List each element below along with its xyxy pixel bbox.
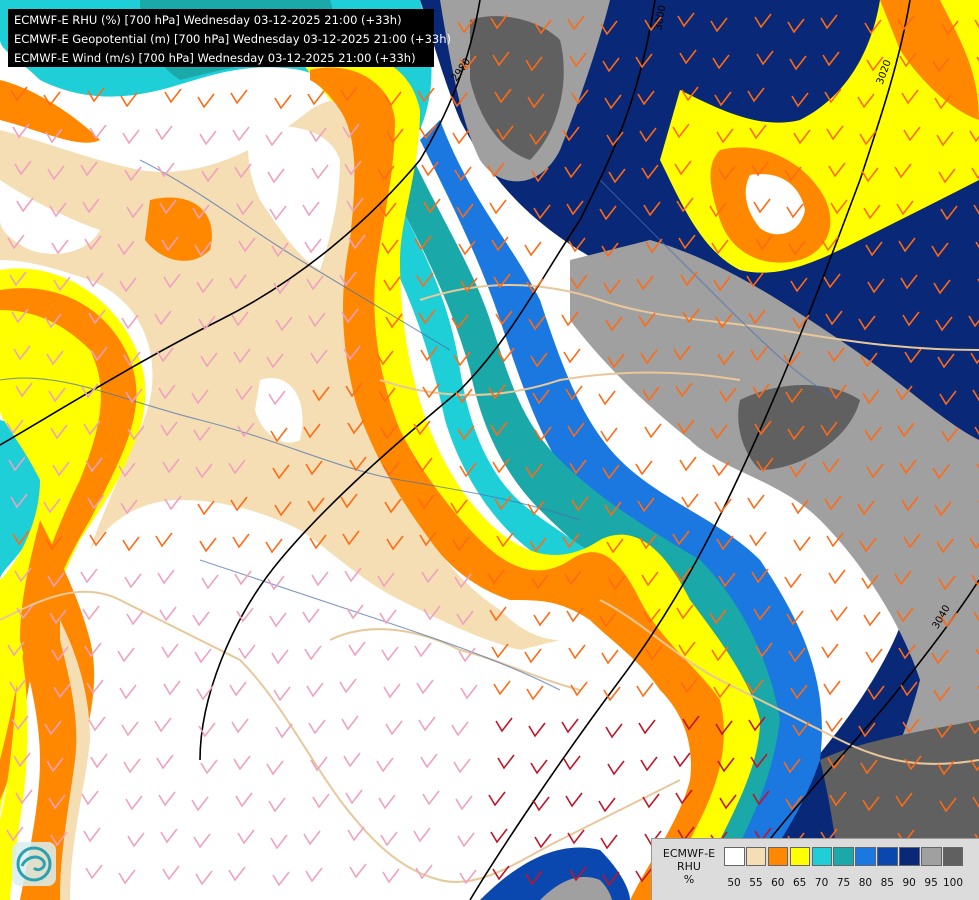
legend-swatch bbox=[899, 847, 920, 866]
legend-swatch bbox=[789, 847, 811, 866]
legend-swatch bbox=[811, 847, 833, 866]
legend-title: ECMWF-E RHU % bbox=[658, 847, 720, 886]
legend-title-variable: RHU bbox=[677, 860, 701, 873]
legend-tick: 65 bbox=[793, 877, 807, 889]
legend-title-model: ECMWF-E bbox=[662, 847, 716, 860]
legend-swatch bbox=[724, 847, 745, 866]
title-line-geopotential: ECMWF-E Geopotential (m) [700 hPa] Wedne… bbox=[14, 32, 451, 46]
legend-tick: 60 bbox=[771, 877, 785, 889]
legend-tick: 85 bbox=[880, 877, 894, 889]
legend-tick: 80 bbox=[858, 877, 873, 889]
legend-tick: 90 bbox=[902, 877, 916, 889]
legend-swatch bbox=[833, 847, 854, 866]
rhu-legend: ECMWF-E RHU % 50 55 60 65 70 75 80 85 90 95 100 bbox=[651, 838, 979, 900]
legend-tick: 95 bbox=[924, 877, 938, 889]
legend-tick: 55 bbox=[749, 877, 763, 889]
legend-swatch bbox=[921, 847, 942, 866]
legend-tick: 50 bbox=[727, 877, 741, 889]
title-line-rhu: ECMWF-E RHU (%) [700 hPa] Wednesday 03-1… bbox=[14, 13, 402, 27]
legend-swatch bbox=[745, 847, 767, 866]
rhu-map[interactable]: 2980 3000 3020 3040 bbox=[0, 0, 979, 900]
legend-tick: 75 bbox=[836, 877, 851, 889]
agency-logo-icon bbox=[12, 842, 56, 886]
legend-ticks: 50 55 60 65 70 75 80 85 90 95 100 bbox=[724, 877, 979, 891]
legend-tick: 70 bbox=[814, 877, 829, 889]
legend-swatches bbox=[724, 847, 965, 866]
map-title-box: ECMWF-E RHU (%) [700 hPa] Wednesday 03-1… bbox=[8, 9, 451, 67]
legend-tick: 100 bbox=[942, 877, 964, 889]
legend-swatch bbox=[877, 847, 898, 866]
legend-swatch bbox=[767, 847, 789, 866]
title-line-wind: ECMWF-E Wind (m/s) [700 hPa] Wednesday 0… bbox=[14, 51, 416, 65]
legend-swatch bbox=[855, 847, 876, 866]
legend-swatch bbox=[942, 847, 964, 866]
legend-title-unit: % bbox=[683, 873, 695, 886]
